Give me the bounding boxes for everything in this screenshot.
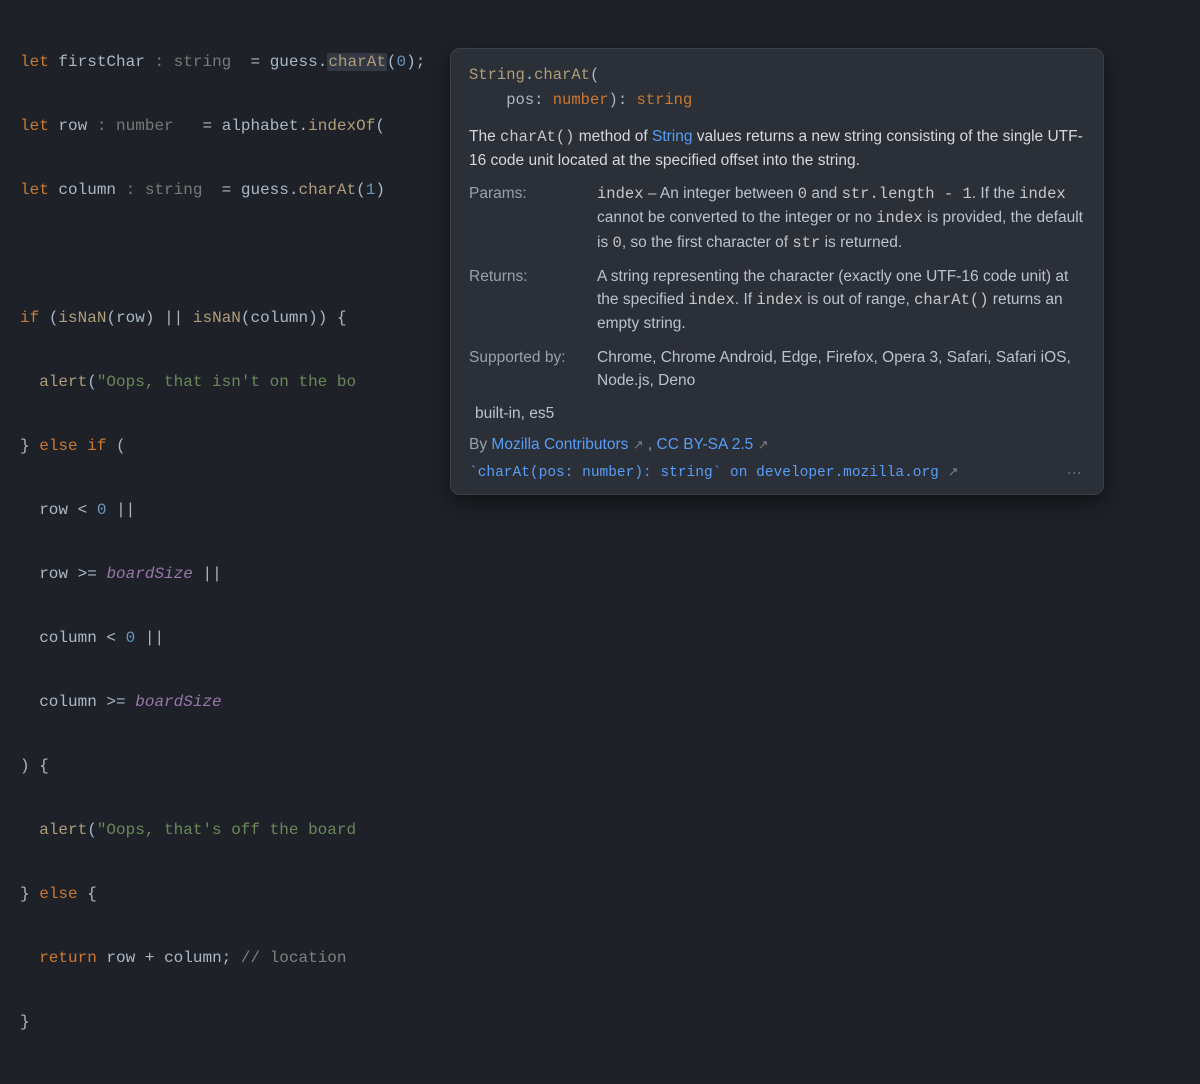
supported-row: Supported by: Chrome, Chrome Android, Ed… (469, 346, 1085, 393)
params-row: Params: index – An integer between 0 and… (469, 182, 1085, 255)
code-line: } (20, 1006, 1180, 1038)
more-actions-icon[interactable]: ⋮ (1064, 466, 1085, 481)
external-icon: ↗ (758, 437, 769, 452)
code-line: return row + column; // location (20, 942, 1180, 974)
attribution: By Mozilla Contributors ↗ , CC BY-SA 2.5… (469, 433, 1085, 456)
license-link[interactable]: CC BY-SA 2.5 (657, 436, 754, 453)
code-line: } else { (20, 878, 1180, 910)
documentation-tooltip: String.charAt( pos: number): string The … (450, 48, 1104, 495)
external-icon: ↗ (633, 437, 644, 452)
code-line: row >= boardSize || (20, 558, 1180, 590)
code-line: column < 0 || (20, 622, 1180, 654)
tags: built-in, es5 (475, 402, 1085, 425)
contributors-link[interactable]: Mozilla Contributors (491, 436, 628, 453)
signature: String.charAt( pos: number): string (469, 63, 1085, 113)
mdn-link[interactable]: `charAt(pos: number): string` on develop… (469, 463, 959, 485)
hovered-method: charAt (327, 53, 387, 71)
string-link[interactable]: String (652, 128, 693, 145)
returns-row: Returns: A string representing the chara… (469, 265, 1085, 336)
code-line: row < 0 || (20, 494, 1180, 526)
code-line: column >= boardSize (20, 686, 1180, 718)
code-line: alert("Oops, that's off the board (20, 814, 1180, 846)
external-icon: ↗ (948, 465, 959, 480)
code-line: ) { (20, 750, 1180, 782)
description: The charAt() method of String values ret… (469, 125, 1085, 173)
